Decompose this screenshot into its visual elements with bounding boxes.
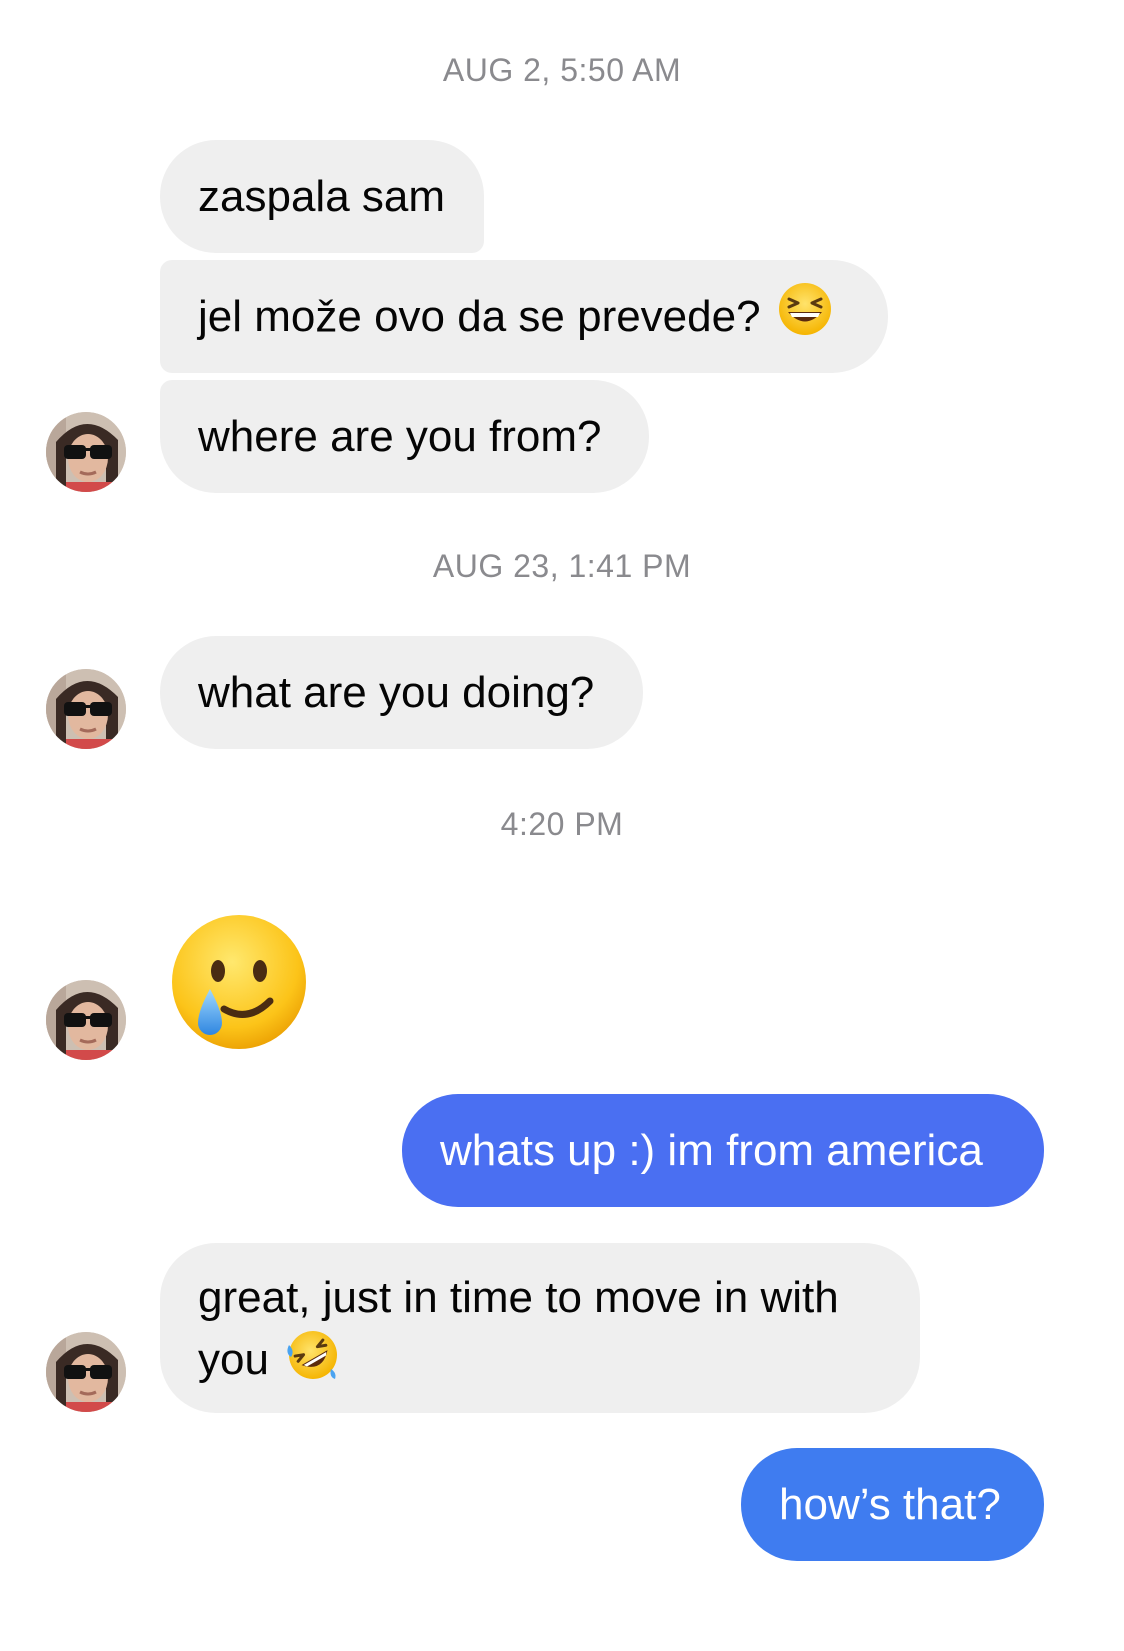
smiling-face-with-tear-icon[interactable]: [170, 913, 308, 1056]
incoming-message-bubble[interactable]: great, just in time to move in with you: [160, 1243, 920, 1413]
incoming-message-bubble[interactable]: what are you doing?: [160, 636, 643, 749]
incoming-message-bubble[interactable]: zaspala sam: [160, 140, 484, 253]
contact-avatar[interactable]: [46, 412, 126, 492]
timestamp-header: 4:20 PM: [500, 806, 624, 842]
outgoing-message-bubble[interactable]: how’s that?: [741, 1448, 1044, 1561]
message-text: whats up :) im from america: [440, 1125, 983, 1175]
grinning-squinting-face-icon: [777, 281, 833, 352]
timestamp-header: AUG 23, 1:41 PM: [432, 548, 692, 584]
message-text: what are you doing?: [198, 667, 595, 717]
message-text: where are you from?: [198, 411, 602, 461]
contact-avatar[interactable]: [46, 980, 126, 1060]
contact-avatar[interactable]: [46, 669, 126, 749]
incoming-message-bubble[interactable]: where are you from?: [160, 380, 649, 493]
contact-avatar[interactable]: [46, 1332, 126, 1412]
message-text: jel može ovo da se prevede?: [198, 291, 761, 341]
message-text: zaspala sam: [198, 171, 446, 221]
incoming-message-bubble[interactable]: jel može ovo da se prevede?: [160, 260, 888, 373]
timestamp-header: AUG 2, 5:50 AM: [442, 52, 682, 88]
rolling-on-floor-laughing-icon: [285, 1327, 341, 1398]
outgoing-message-bubble[interactable]: whats up :) im from america: [402, 1094, 1044, 1207]
message-text: great, just in time to move in with you: [198, 1269, 882, 1398]
message-text: how’s that?: [779, 1479, 1001, 1529]
